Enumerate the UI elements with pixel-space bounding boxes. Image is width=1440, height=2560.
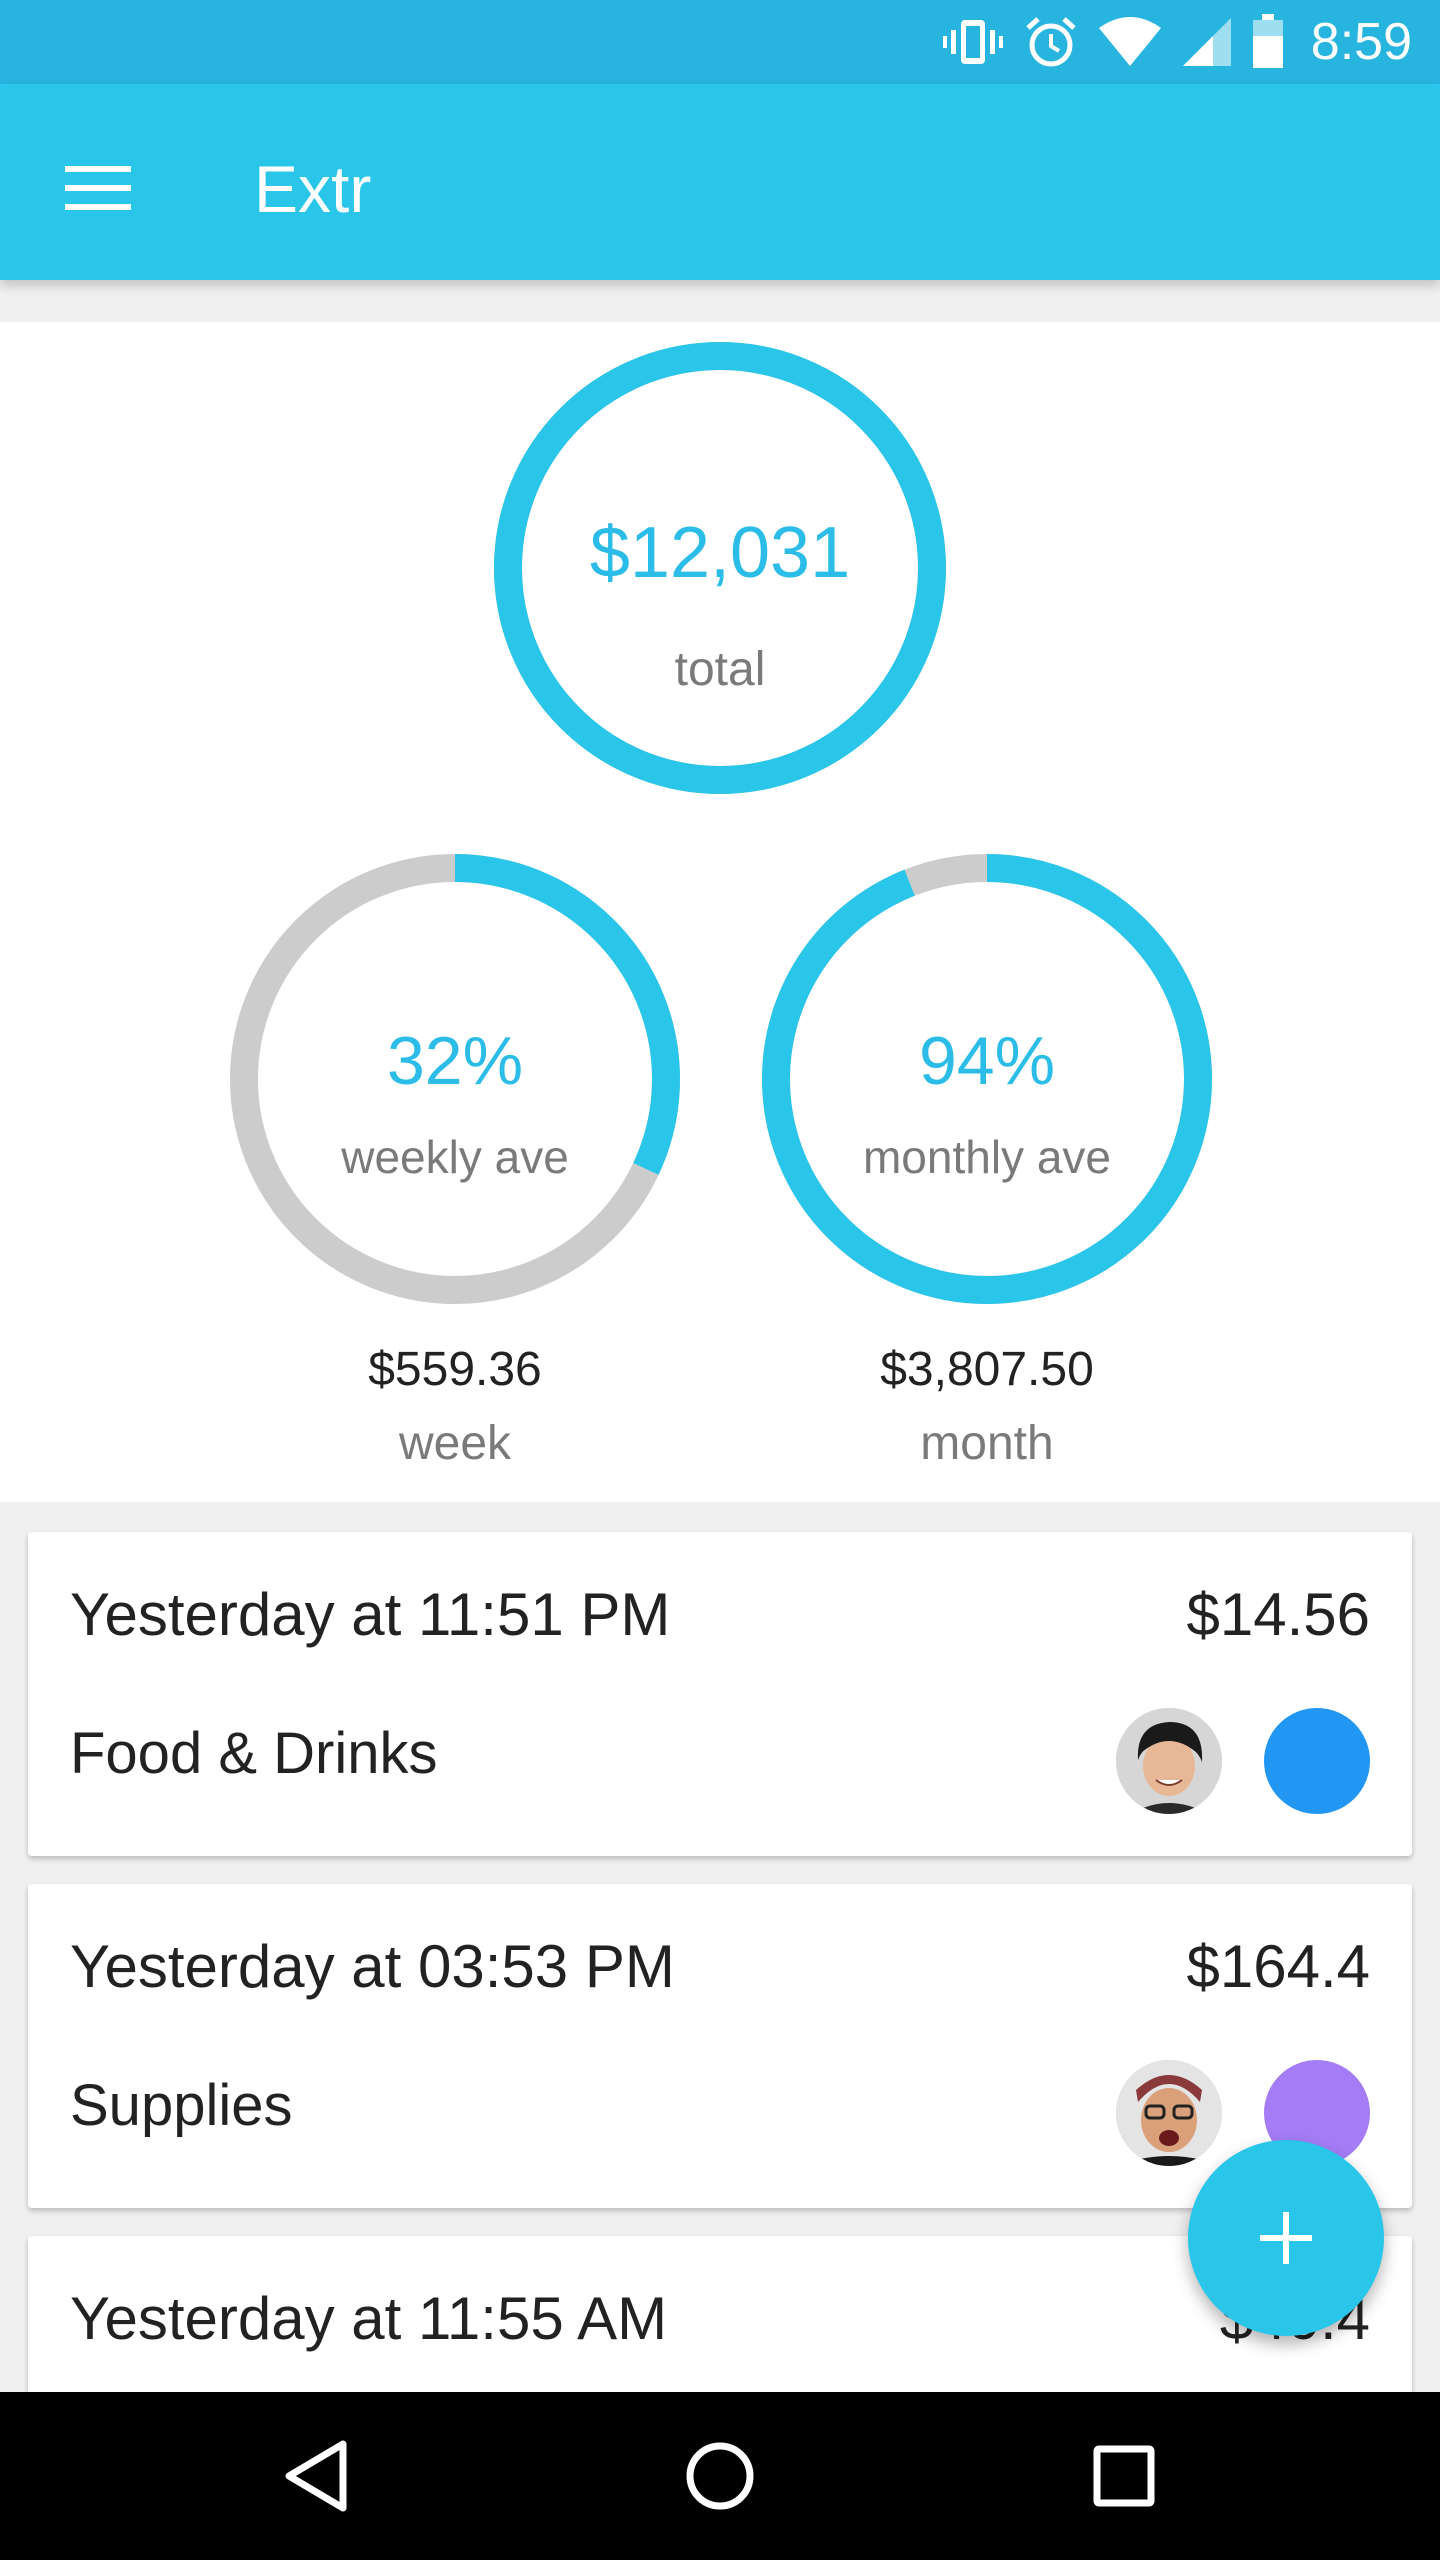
total-label: total bbox=[674, 643, 766, 696]
menu-button[interactable] bbox=[56, 146, 140, 230]
weekly-percent: 32% bbox=[386, 1023, 524, 1099]
transaction-category: Supplies bbox=[70, 2073, 293, 2138]
transaction-time: Yesterday at 11:51 PM bbox=[70, 1581, 671, 1648]
avatar-image bbox=[1116, 2060, 1222, 2166]
transaction-amount: $14.56 bbox=[1186, 1581, 1370, 1648]
avatar[interactable] bbox=[1116, 2060, 1222, 2166]
weekly-label: weekly ave bbox=[341, 1131, 569, 1183]
alarm-icon bbox=[1026, 17, 1076, 67]
nav-back-button[interactable] bbox=[266, 2426, 366, 2526]
total-ring[interactable]: $12,031 total bbox=[494, 342, 946, 794]
monthly-label: monthly ave bbox=[862, 1131, 1111, 1183]
home-icon bbox=[686, 2442, 754, 2510]
back-icon bbox=[285, 2440, 347, 2512]
total-value: $12,031 bbox=[589, 513, 851, 593]
avatar-image bbox=[1116, 1708, 1222, 1814]
monthly-percent: 94% bbox=[918, 1023, 1056, 1099]
summary-panel: $12,031 total 32% weekly ave $559.36 wee… bbox=[0, 322, 1440, 1502]
status-bar: 8:59 bbox=[0, 0, 1440, 84]
navigation-bar bbox=[0, 2392, 1440, 2560]
avatar[interactable] bbox=[1116, 1708, 1222, 1814]
signal-icon bbox=[1182, 18, 1231, 66]
monthly-ring[interactable]: 94% monthly ave bbox=[762, 854, 1212, 1304]
battery-icon bbox=[1252, 14, 1283, 68]
monthly-period: month bbox=[920, 1417, 1054, 1470]
add-transaction-button[interactable] bbox=[1188, 2140, 1384, 2336]
nav-recents-button[interactable] bbox=[1074, 2426, 1174, 2526]
transaction-card[interactable]: Yesterday at 03:53 PM $164.4 Supplies bbox=[28, 1884, 1412, 2208]
transaction-category: Food & Drinks bbox=[70, 1721, 438, 1786]
recents-icon bbox=[1093, 2445, 1155, 2507]
category-color-dot bbox=[1264, 1708, 1370, 1814]
vibrate-icon bbox=[942, 20, 1003, 64]
weekly-period: week bbox=[398, 1417, 512, 1470]
app-title: Extr bbox=[254, 152, 372, 226]
transaction-time: Yesterday at 11:55 AM bbox=[70, 2285, 668, 2352]
weekly-ring[interactable]: 32% weekly ave bbox=[230, 854, 680, 1304]
weekly-amount: $559.36 bbox=[368, 1343, 542, 1396]
transaction-time: Yesterday at 03:53 PM bbox=[70, 1933, 675, 2000]
transaction-amount: $164.4 bbox=[1186, 1933, 1370, 2000]
transaction-card[interactable]: Yesterday at 11:51 PM $14.56 Food & Drin… bbox=[28, 1532, 1412, 1856]
plus-icon bbox=[1260, 2212, 1312, 2264]
monthly-amount: $3,807.50 bbox=[880, 1343, 1094, 1396]
status-icons: 8:59 bbox=[941, 0, 1412, 84]
menu-icon bbox=[65, 166, 131, 210]
wifi-icon bbox=[1098, 17, 1161, 66]
app-bar: Extr bbox=[0, 84, 1440, 280]
nav-home-button[interactable] bbox=[670, 2426, 770, 2526]
status-time: 8:59 bbox=[1310, 13, 1412, 71]
